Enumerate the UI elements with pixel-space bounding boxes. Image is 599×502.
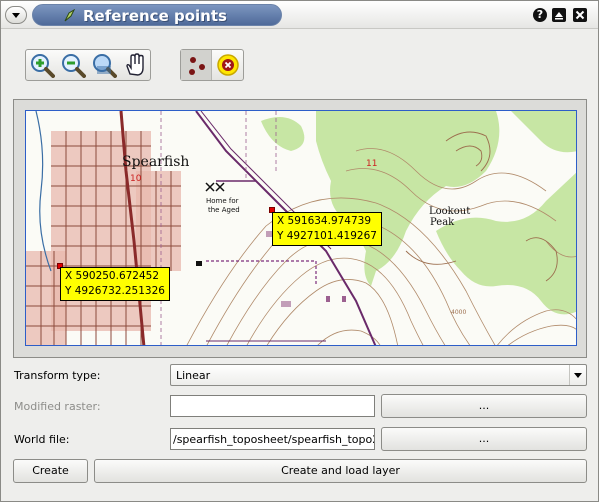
map-label-section-2: 11 xyxy=(366,159,377,169)
map-label-home-1: Home for xyxy=(206,197,239,205)
title-bar: Reference points ? xyxy=(1,1,598,29)
zoom-in-button[interactable] xyxy=(26,50,57,80)
qgis-georeferencer-icon xyxy=(64,9,76,22)
pan-hand-icon xyxy=(126,53,144,76)
create-and-load-layer-button[interactable]: Create and load layer xyxy=(94,459,587,483)
zoom-out-icon xyxy=(62,54,86,78)
modified-raster-input[interactable] xyxy=(170,395,375,417)
add-point-icon xyxy=(189,57,205,75)
add-point-button[interactable] xyxy=(181,50,212,80)
navigation-toolbar xyxy=(25,49,151,81)
transform-type-value: Linear xyxy=(176,369,211,382)
reference-point-label: X 590250.672452 Y 4926732.251326 xyxy=(60,267,170,301)
reference-points-window: Reference points ? Spearfish 10 11 Home … xyxy=(0,0,599,502)
world-file-input[interactable]: /spearfish_toposheet/spearfish_topo24.wl… xyxy=(170,428,375,450)
world-file-browse-button[interactable]: ... xyxy=(381,427,587,451)
modified-raster-browse-button[interactable]: ... xyxy=(381,394,587,418)
map-label-peak-2: Peak xyxy=(430,217,455,228)
modified-raster-label: Modified raster: xyxy=(14,400,101,413)
zoom-to-extent-icon xyxy=(93,54,117,78)
create-button[interactable]: Create xyxy=(13,459,88,483)
title-pill: Reference points xyxy=(32,4,282,26)
map-label-town: Spearfish xyxy=(122,154,189,170)
map-label-home-2: the Aged xyxy=(208,206,240,214)
transform-type-label: Transform type: xyxy=(14,369,101,382)
reference-point-y: Y 4927101.419267 xyxy=(277,230,377,242)
close-icon[interactable] xyxy=(573,8,587,22)
pan-button[interactable] xyxy=(119,50,150,80)
zoom-to-extent-button[interactable] xyxy=(88,50,119,80)
window-menu-button[interactable] xyxy=(5,6,27,24)
delete-point-icon xyxy=(217,54,239,76)
reference-point-y: Y 4926732.251326 xyxy=(65,285,165,297)
window-title: Reference points xyxy=(83,7,227,25)
transform-type-select[interactable]: Linear xyxy=(170,364,587,386)
map-label-elevation: 4000 xyxy=(451,309,466,316)
map-frame: Spearfish 10 11 Home for the Aged Lookou… xyxy=(13,99,587,358)
reference-point-label: X 591634.974739 Y 4927101.419267 xyxy=(272,212,382,246)
zoom-in-icon xyxy=(31,54,55,78)
reference-point-x: X 590250.672452 xyxy=(65,270,160,282)
shade-window-icon[interactable] xyxy=(552,8,566,22)
world-file-label: World file: xyxy=(14,433,70,446)
chevron-down-icon xyxy=(569,365,586,385)
reference-point-x: X 591634.974739 xyxy=(277,215,372,227)
delete-point-button[interactable] xyxy=(212,50,243,80)
map-label-peak-1: Lookout xyxy=(429,206,470,217)
help-button[interactable]: ? xyxy=(533,8,547,22)
map-label-section: 10 xyxy=(130,174,142,184)
point-toolbar xyxy=(180,49,244,81)
map-canvas[interactable]: Spearfish 10 11 Home for the Aged Lookou… xyxy=(25,110,577,346)
zoom-out-button[interactable] xyxy=(57,50,88,80)
